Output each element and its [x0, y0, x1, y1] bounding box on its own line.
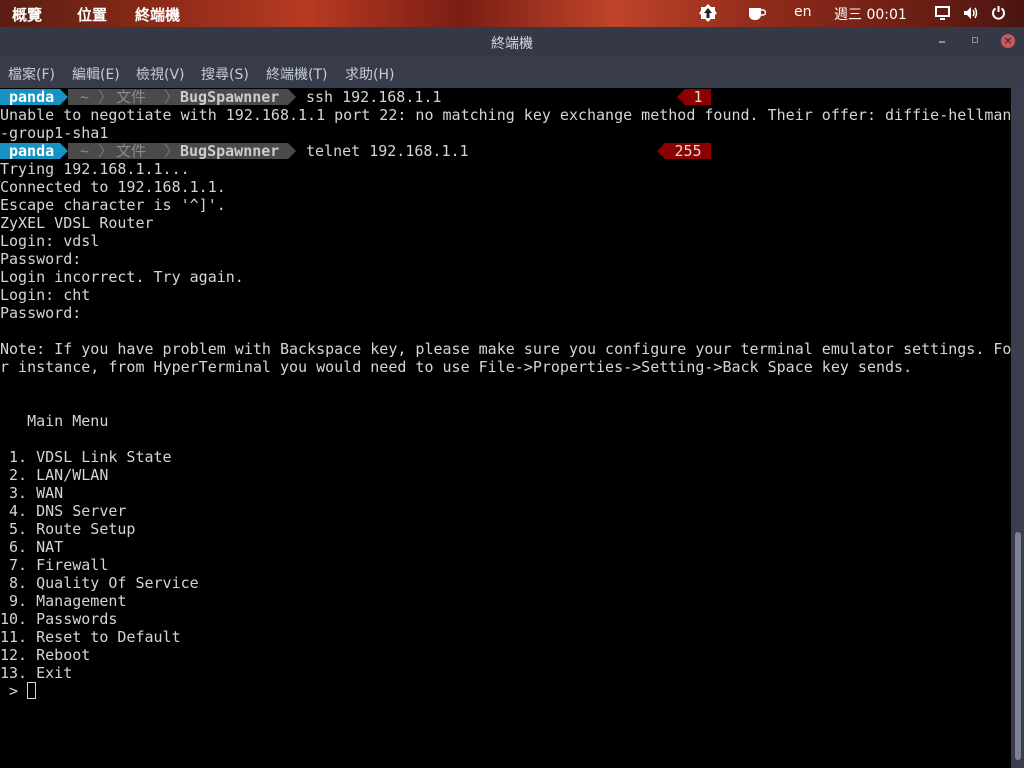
output-line: 4. DNS Server: [0, 502, 127, 520]
prompt-arrow: [288, 143, 296, 159]
path-segment: 文件: [116, 88, 147, 106]
output-line: Connected to 192.168.1.1.: [0, 178, 226, 196]
top-panel: 概覽 位置 終端機 en 週三 00:01: [0, 0, 1024, 27]
window-titlebar[interactable]: 終端機 ×: [0, 27, 1024, 56]
output-line: 1. VDSL Link State: [0, 448, 172, 466]
path-segment: BugSpawnner: [180, 88, 280, 106]
status-arrow: [657, 143, 665, 159]
output-line: Login: cht: [0, 286, 91, 304]
scrollbar[interactable]: [1011, 88, 1024, 768]
path-separator-icon: 〉: [164, 142, 180, 160]
output-line: r instance, from HyperTerminal you would…: [0, 358, 913, 376]
prompt-user: panda: [0, 89, 60, 105]
output-line: 6. NAT: [0, 538, 64, 556]
path-separator-icon: 〉: [98, 88, 114, 106]
output-line: 7. Firewall: [0, 556, 109, 574]
path-separator-icon: 〉: [98, 142, 114, 160]
output-line: 12. Reboot: [0, 646, 91, 664]
prompt-arrow: [60, 89, 68, 105]
prompt-arrow: [60, 143, 68, 159]
output-line: 10. Passwords: [0, 610, 118, 628]
output-line: 8. Quality Of Service: [0, 574, 199, 592]
coffee-icon[interactable]: [748, 5, 767, 25]
scrollbar-thumb[interactable]: [1015, 532, 1021, 760]
power-icon[interactable]: [991, 5, 1006, 24]
output-line: Escape character is '^]'.: [0, 196, 226, 214]
output-line: Password:: [0, 304, 82, 322]
prompt-user: panda: [0, 143, 60, 159]
menu-file[interactable]: 檔案(F): [8, 64, 55, 84]
minimize-button[interactable]: [939, 41, 945, 43]
command-text: telnet 192.168.1.1: [306, 142, 469, 160]
restore-button[interactable]: [972, 37, 978, 43]
prompt-path: ~ 文件 BugSpawnner 〉〉: [68, 143, 288, 159]
clock[interactable]: 週三 00:01: [834, 4, 907, 24]
places-menu[interactable]: 位置: [77, 4, 107, 25]
output-line: Trying 192.168.1.1...: [0, 160, 190, 178]
output-line: ZyXEL VDSL Router: [0, 214, 154, 232]
menu-view[interactable]: 檢視(V): [136, 64, 185, 84]
app-menu[interactable]: 終端機: [135, 4, 180, 25]
output-line: Main Menu: [0, 412, 109, 430]
activities-button[interactable]: 概覽: [12, 4, 42, 25]
volume-icon[interactable]: [963, 6, 979, 24]
output-line: Password:: [0, 250, 82, 268]
exit-status-badge: 255: [665, 143, 711, 159]
window-title: 終端機: [491, 36, 533, 52]
path-segment: BugSpawnner: [180, 142, 280, 160]
menu-help[interactable]: 求助(H): [345, 64, 394, 84]
command-text: ssh 192.168.1.1: [306, 88, 442, 106]
path-segment: 文件: [116, 142, 147, 160]
language-indicator[interactable]: en: [794, 4, 812, 20]
output-line: Unable to negotiate with 192.168.1.1 por…: [0, 106, 1012, 124]
path-segment: ~: [80, 142, 90, 160]
status-arrow: [677, 89, 685, 105]
output-line: Login: vdsl: [0, 232, 100, 250]
cursor[interactable]: [27, 682, 37, 699]
path-segment: ~: [80, 88, 90, 106]
prompt-line: panda ~ 文件 BugSpawnner 〉〉 telnet 192.168.1.1 2…: [0, 142, 1011, 160]
output-line: 2. LAN/WLAN: [0, 466, 109, 484]
close-button[interactable]: ×: [1001, 34, 1015, 48]
output-line: 3. WAN: [0, 484, 64, 502]
menu-search[interactable]: 搜尋(S): [201, 64, 249, 84]
input-line[interactable]: >: [0, 682, 1011, 700]
menu-bar: 檔案(F) 編輯(E) 檢視(V) 搜尋(S) 終端機(T) 求助(H): [0, 56, 1024, 88]
output-line: 13. Exit: [0, 664, 73, 682]
output-line: 9. Management: [0, 592, 127, 610]
output-line: Login incorrect. Try again.: [0, 268, 244, 286]
menu-terminal[interactable]: 終端機(T): [266, 64, 327, 84]
input-prompt: >: [0, 682, 28, 700]
output-line: -group1-sha1: [0, 124, 109, 142]
output-line: 5. Route Setup: [0, 520, 136, 538]
update-icon[interactable]: [698, 3, 718, 27]
screen-icon[interactable]: [935, 6, 950, 24]
terminal-output[interactable]: panda ~ 文件 BugSpawnner 〉〉 ssh 192.168.1.1 1 Una…: [0, 88, 1011, 768]
menu-edit[interactable]: 編輯(E): [72, 64, 120, 84]
output-line: 11. Reset to Default: [0, 628, 181, 646]
prompt-line: panda ~ 文件 BugSpawnner 〉〉 ssh 192.168.1.1 1: [0, 88, 1011, 106]
exit-status-badge: 1: [685, 89, 711, 105]
output-line: Note: If you have problem with Backspace…: [0, 340, 1012, 358]
prompt-path: ~ 文件 BugSpawnner 〉〉: [68, 89, 288, 105]
path-separator-icon: 〉: [164, 88, 180, 106]
prompt-arrow: [288, 89, 296, 105]
